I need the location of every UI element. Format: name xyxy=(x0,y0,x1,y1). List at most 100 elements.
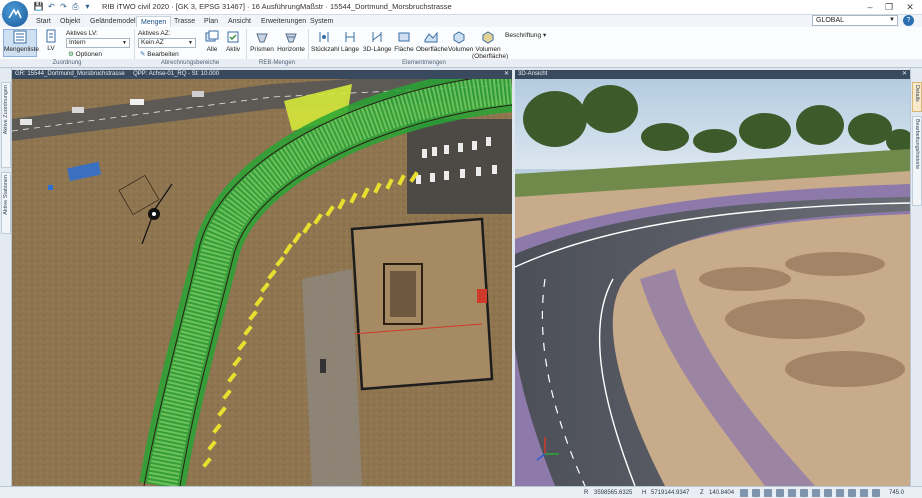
volumen-button[interactable]: Volumen xyxy=(448,30,473,58)
aktives-lv-label: Aktives LV: xyxy=(66,30,98,37)
maximize-button[interactable]: ❐ xyxy=(881,1,897,13)
tab-bearbeitungshistorie[interactable]: Bearbeitungshistorie xyxy=(912,116,922,206)
beschriftung-dropdown[interactable]: Beschriftung ▾ xyxy=(505,31,546,39)
volume-icon xyxy=(453,31,465,44)
red-marker xyxy=(477,289,487,303)
3d-laenge-button[interactable]: 3D-Länge xyxy=(363,30,392,58)
menu-bar: Start Objekt Geländemodell Mengen Trasse… xyxy=(0,15,922,27)
pan-icon[interactable] xyxy=(872,489,880,497)
app-logo-icon[interactable] xyxy=(2,1,28,27)
tab-ansicht[interactable]: Ansicht xyxy=(224,16,255,27)
tab-start[interactable]: Start xyxy=(32,16,55,27)
group-zuordnung: Zuordnung xyxy=(52,60,82,66)
aktives-az-select[interactable]: Kein AZ ▼ xyxy=(138,38,196,48)
tab-aktive-stationen[interactable]: Aktive Stationen xyxy=(1,172,11,234)
horizonte-button[interactable]: Horizonte xyxy=(277,30,305,58)
close-icon[interactable]: ✕ xyxy=(902,70,907,79)
view-icon[interactable] xyxy=(800,489,808,497)
measure-icon[interactable] xyxy=(788,489,796,497)
tab-mengen[interactable]: Mengen xyxy=(136,16,172,27)
close-icon[interactable]: ✕ xyxy=(504,70,509,79)
bearbeiten-button[interactable]: ✎ Bearbeiten xyxy=(140,50,179,58)
surface-icon xyxy=(424,31,438,43)
coord-z-value: 140.8404 xyxy=(709,490,735,496)
print-icon[interactable]: ⎙ xyxy=(70,2,81,12)
horizon-icon xyxy=(285,33,297,43)
redo-icon[interactable]: ↷ xyxy=(58,2,69,12)
lock-icon[interactable] xyxy=(812,489,820,497)
filter-icon[interactable] xyxy=(836,489,844,497)
left-dock-panel: Aktive Zuordnungen Aktive Stationen xyxy=(0,68,12,486)
aktiv-button[interactable]: Aktiv xyxy=(224,30,242,58)
aktives-lv-select[interactable]: Intern ▼ xyxy=(66,38,130,48)
prism-icon xyxy=(256,33,268,43)
tab-trasse[interactable]: Trasse xyxy=(170,16,199,27)
plan-view-canvas[interactable] xyxy=(12,79,512,486)
3d-length-icon xyxy=(372,32,382,42)
document-icon xyxy=(46,29,56,43)
optionen-button[interactable]: ⚙ Optionen xyxy=(68,50,102,58)
tab-objekt[interactable]: Objekt xyxy=(56,16,84,27)
tab-system[interactable]: System xyxy=(306,16,337,27)
ortho-icon[interactable] xyxy=(764,489,772,497)
volumen-oberflaeche-button[interactable]: Volumen (Oberfläche) xyxy=(472,30,508,60)
group-elementmengen: Elementmengen xyxy=(402,60,446,66)
length-icon xyxy=(345,32,355,42)
tab-erweiterungen[interactable]: Erweiterungen xyxy=(257,16,310,27)
group-abrechnungsbereiche: Abrechnungsbereiche xyxy=(160,60,220,66)
close-button[interactable]: ✕ xyxy=(902,1,918,13)
tab-aktive-zuordnungen[interactable]: Aktive Zuordnungen xyxy=(1,82,11,168)
coord-r-label: R xyxy=(584,490,589,496)
grid-icon[interactable] xyxy=(752,489,760,497)
logo-mark-icon xyxy=(8,8,22,19)
3d-view-canvas[interactable] xyxy=(515,79,910,486)
minimize-button[interactable]: – xyxy=(862,1,878,13)
lv-button[interactable]: LV xyxy=(40,29,62,57)
snap-icon[interactable] xyxy=(740,489,748,497)
coord-z-label: Z xyxy=(700,490,704,496)
info-icon[interactable] xyxy=(848,489,856,497)
dropdown-icon[interactable]: ▾ xyxy=(82,2,93,12)
chevron-down-icon: ▼ xyxy=(188,40,193,46)
tab-plan[interactable]: Plan xyxy=(200,16,222,27)
settings-icon[interactable] xyxy=(824,489,832,497)
tab-gelaendemodell[interactable]: Geländemodell xyxy=(86,16,141,27)
group-reb-mengen: REB-Mengen xyxy=(258,60,296,66)
laenge-button[interactable]: Länge xyxy=(340,30,360,58)
title-bar: 💾 ↶ ↷ ⎙ ▾ RIB iTWO civil 2020 · [GK 3, E… xyxy=(0,0,922,15)
car xyxy=(20,119,32,125)
tab-details[interactable]: Details xyxy=(912,82,922,112)
flaeche-button[interactable]: Fläche xyxy=(394,30,414,58)
right-dock-panel: Details Bearbeitungshistorie xyxy=(910,68,922,486)
station-symbol-center xyxy=(152,212,156,216)
zoom-icon[interactable] xyxy=(860,489,868,497)
chevron-down-icon: ▼ xyxy=(889,17,895,23)
aerial-plan-drawing xyxy=(12,79,512,486)
plan-view-header: GR: 15544_Dortmund_Morsbruchstrasse QPP:… xyxy=(12,70,512,79)
aktives-az-label: Aktives AZ: xyxy=(138,30,171,37)
prismen-button[interactable]: Prismen xyxy=(250,30,274,58)
global-coordinate-select[interactable]: GLOBAL ▼ xyxy=(812,15,898,26)
list-icon xyxy=(13,30,27,44)
window-title: RIB iTWO civil 2020 · [GK 3, EPSG 31467]… xyxy=(102,2,452,11)
3d-view-header: 3D-Ansicht ✕ xyxy=(515,70,910,79)
edit-icon: ✎ xyxy=(140,51,146,58)
help-icon[interactable]: ? xyxy=(903,15,914,26)
layer-icon[interactable] xyxy=(776,489,784,497)
count-icon xyxy=(319,32,329,42)
coord-r-value: 3598565.6325 xyxy=(594,490,633,496)
mengenliste-button[interactable]: Mengenliste xyxy=(3,29,39,57)
undo-icon[interactable]: ↶ xyxy=(46,2,57,12)
coord-h-label: H xyxy=(642,490,647,496)
scale-value: 745.0 xyxy=(889,490,905,496)
coord-h-value: 5719144.9347 xyxy=(651,490,690,496)
status-bar: R 3598565.6325 H 5719144.9347 Z 140.8404… xyxy=(0,486,922,498)
save-icon[interactable]: 💾 xyxy=(33,2,44,12)
foundation-floor xyxy=(390,271,416,317)
alle-button[interactable]: Alle xyxy=(203,30,221,58)
global-select-value: GLOBAL xyxy=(816,17,845,24)
oberflaeche-button[interactable]: Oberfläche xyxy=(416,30,448,58)
chevron-down-icon: ▼ xyxy=(122,40,127,46)
area-icon xyxy=(398,32,410,42)
stueckzahl-button[interactable]: Stückzahl xyxy=(311,30,339,58)
